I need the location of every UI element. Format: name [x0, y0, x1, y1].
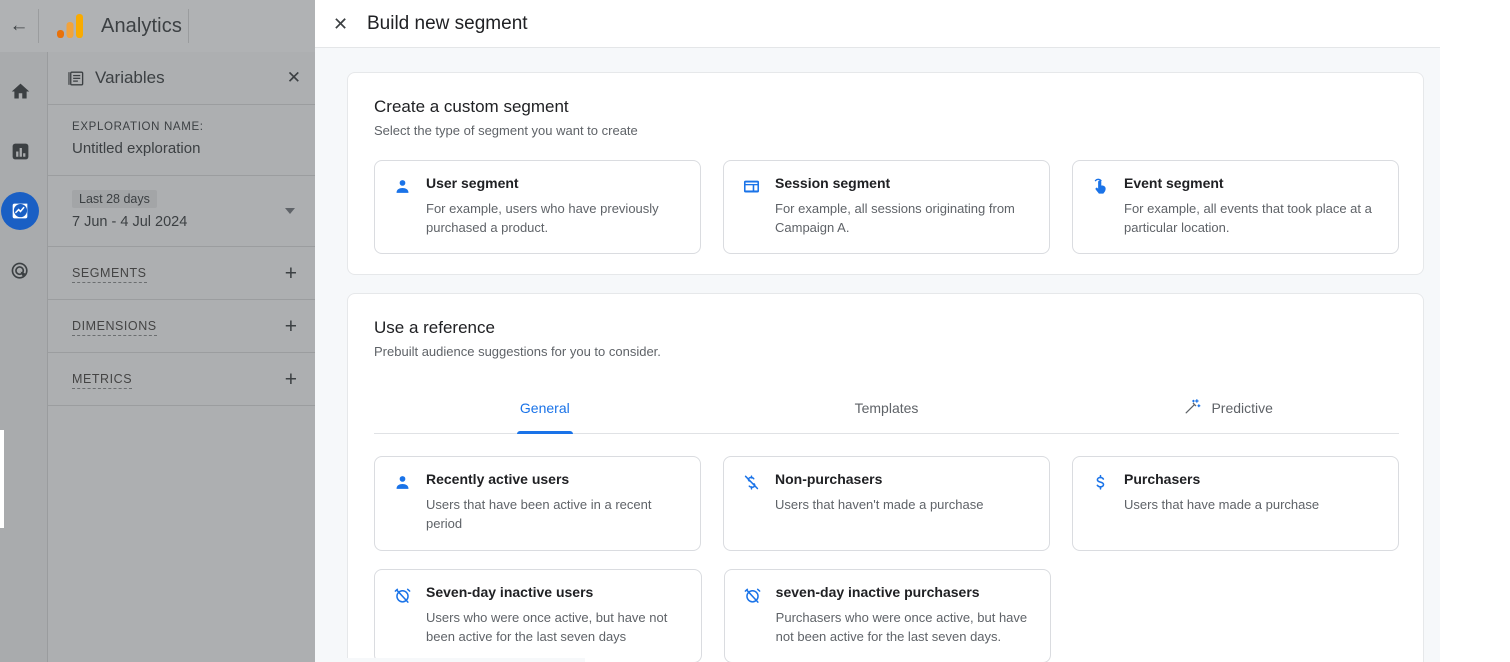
- nav-rail: [0, 52, 40, 662]
- tile-title: Non-purchasers: [775, 471, 883, 488]
- user-segment-tile[interactable]: User segment For example, users who have…: [374, 160, 701, 255]
- topbar-divider: [38, 9, 39, 43]
- person-icon: [393, 177, 412, 237]
- event-segment-tile[interactable]: Event segment For example, all events th…: [1072, 160, 1399, 255]
- tile-description: Users that have been active in a recent …: [426, 497, 652, 532]
- tile-title: User segment: [426, 175, 519, 191]
- tile-description: Purchasers who were once active, but hav…: [775, 609, 1028, 644]
- bar-chart-icon[interactable]: [1, 132, 39, 170]
- brand-divider: [188, 9, 189, 43]
- dialog-body: Create a custom segment Select the type …: [315, 48, 1440, 662]
- dialog-header-filler: [1440, 0, 1510, 48]
- add-dimension-plus-icon[interactable]: +: [285, 316, 297, 337]
- chevron-down-icon[interactable]: [285, 208, 295, 214]
- recently-active-users-tile[interactable]: Recently active users Users that have be…: [374, 456, 701, 551]
- app-brand-title: Analytics: [101, 14, 182, 37]
- alarm-off-icon: [393, 586, 412, 646]
- tile-description: Users who were once active, but have not…: [426, 609, 668, 644]
- purchasers-tile[interactable]: Purchasers Users that have made a purcha…: [1072, 456, 1399, 551]
- variables-panel-title: Variables: [95, 68, 165, 87]
- tile-title: Seven-day inactive users: [426, 583, 594, 600]
- tab-label: General: [519, 400, 570, 417]
- exploration-name-label: EXPLORATION NAME:: [72, 121, 204, 133]
- tile-description: For example, all sessions originating fr…: [775, 200, 1015, 235]
- reference-tile-placeholder: [1073, 569, 1399, 662]
- variables-panel-header: Variables ✕: [48, 52, 315, 105]
- seven-day-inactive-purchasers-tile[interactable]: seven-day inactive purchasers Purchasers…: [723, 568, 1052, 662]
- tab-general[interactable]: General: [374, 385, 716, 433]
- page-scrollbar-thumb[interactable]: [0, 430, 4, 528]
- analytics-logo-icon: [57, 13, 87, 39]
- exploration-name-value: Untitled exploration: [72, 140, 201, 157]
- create-custom-segment-card: Create a custom segment Select the type …: [347, 72, 1424, 276]
- home-icon[interactable]: [1, 72, 39, 110]
- app-topbar: ← Analytics: [0, 0, 315, 52]
- screen: ← Analytics Variables ✕ EXPLORATION NAME…: [0, 0, 1510, 662]
- session-layout-icon: [742, 177, 761, 237]
- dialog-header: ✕ Build new segment: [315, 0, 1440, 48]
- reference-tabs: General Templates Predictive: [374, 385, 1399, 435]
- tile-title: Event segment: [1124, 175, 1224, 191]
- add-metric-plus-icon[interactable]: +: [285, 369, 297, 390]
- money-off-icon: [742, 473, 761, 533]
- explore-compass-icon[interactable]: [1, 192, 39, 230]
- tab-predictive[interactable]: Predictive: [1057, 385, 1399, 433]
- exploration-name-block[interactable]: EXPLORATION NAME: Untitled exploration: [48, 105, 315, 176]
- date-range-value: 7 Jun - 4 Jul 2024: [72, 214, 188, 230]
- session-segment-tile[interactable]: Session segment For example, all session…: [723, 160, 1050, 255]
- advertising-target-icon[interactable]: [1, 252, 39, 290]
- tab-label: Predictive: [1211, 400, 1273, 417]
- tab-label: Templates: [854, 400, 919, 417]
- analytics-app-background: ← Analytics Variables ✕ EXPLORATION NAME…: [0, 0, 315, 662]
- tile-title: Session segment: [775, 175, 891, 191]
- variables-panel-icon: [66, 69, 85, 88]
- tab-templates[interactable]: Templates: [716, 385, 1058, 433]
- dialog-bottom-strip: [315, 658, 585, 662]
- close-icon[interactable]: ✕: [287, 68, 301, 88]
- person-icon: [393, 473, 412, 533]
- build-new-segment-dialog: ✕ Build new segment Create a custom segm…: [315, 0, 1510, 662]
- close-icon[interactable]: ✕: [333, 15, 359, 33]
- segments-label: SEGMENTS: [72, 266, 147, 283]
- dialog-title: Build new segment: [367, 12, 528, 34]
- date-range-selector[interactable]: Last 28 days 7 Jun - 4 Jul 2024: [48, 176, 315, 247]
- add-segment-plus-icon[interactable]: +: [285, 263, 297, 284]
- segment-type-tiles: User segment For example, users who have…: [374, 160, 1399, 255]
- tile-description: Users that haven't made a purchase: [775, 497, 984, 513]
- tile-title: seven-day inactive purchasers: [775, 583, 980, 600]
- tile-title: Purchasers: [1124, 471, 1201, 488]
- seven-day-inactive-users-tile[interactable]: Seven-day inactive users Users who were …: [374, 568, 702, 662]
- arrow-back-icon[interactable]: ←: [0, 0, 38, 52]
- touch-app-icon: [1091, 177, 1110, 237]
- reference-title: Use a reference: [374, 318, 495, 338]
- custom-segment-subtitle: Select the type of segment you want to c…: [374, 123, 638, 138]
- tile-description: For example, users who have previously p…: [426, 200, 659, 235]
- tile-description: For example, all events that took place …: [1124, 200, 1372, 235]
- alarm-off-icon: [743, 586, 762, 646]
- metrics-label: METRICS: [72, 372, 133, 389]
- custom-segment-title: Create a custom segment: [374, 97, 569, 116]
- date-range-chip: Last 28 days: [72, 190, 157, 208]
- dialog-right-filler: [1440, 48, 1510, 662]
- sidebar-section-segments: SEGMENTS +: [48, 247, 315, 300]
- magic-wand-icon: [1183, 397, 1202, 419]
- sidebar-section-metrics: METRICS +: [48, 353, 315, 406]
- reference-subtitle: Prebuilt audience suggestions for you to…: [374, 344, 661, 360]
- tile-title: Recently active users: [426, 471, 570, 488]
- use-a-reference-card: Use a reference Prebuilt audience sugges…: [347, 293, 1424, 662]
- reference-tiles: Recently active users Users that have be…: [374, 456, 1399, 662]
- dollar-icon: [1091, 473, 1110, 533]
- sidebar-section-dimensions: DIMENSIONS +: [48, 300, 315, 353]
- non-purchasers-tile[interactable]: Non-purchasers Users that haven't made a…: [723, 456, 1050, 551]
- dimensions-label: DIMENSIONS: [72, 319, 157, 336]
- variables-panel: Variables ✕ EXPLORATION NAME: Untitled e…: [47, 52, 315, 662]
- tile-description: Users that have made a purchase: [1124, 497, 1320, 513]
